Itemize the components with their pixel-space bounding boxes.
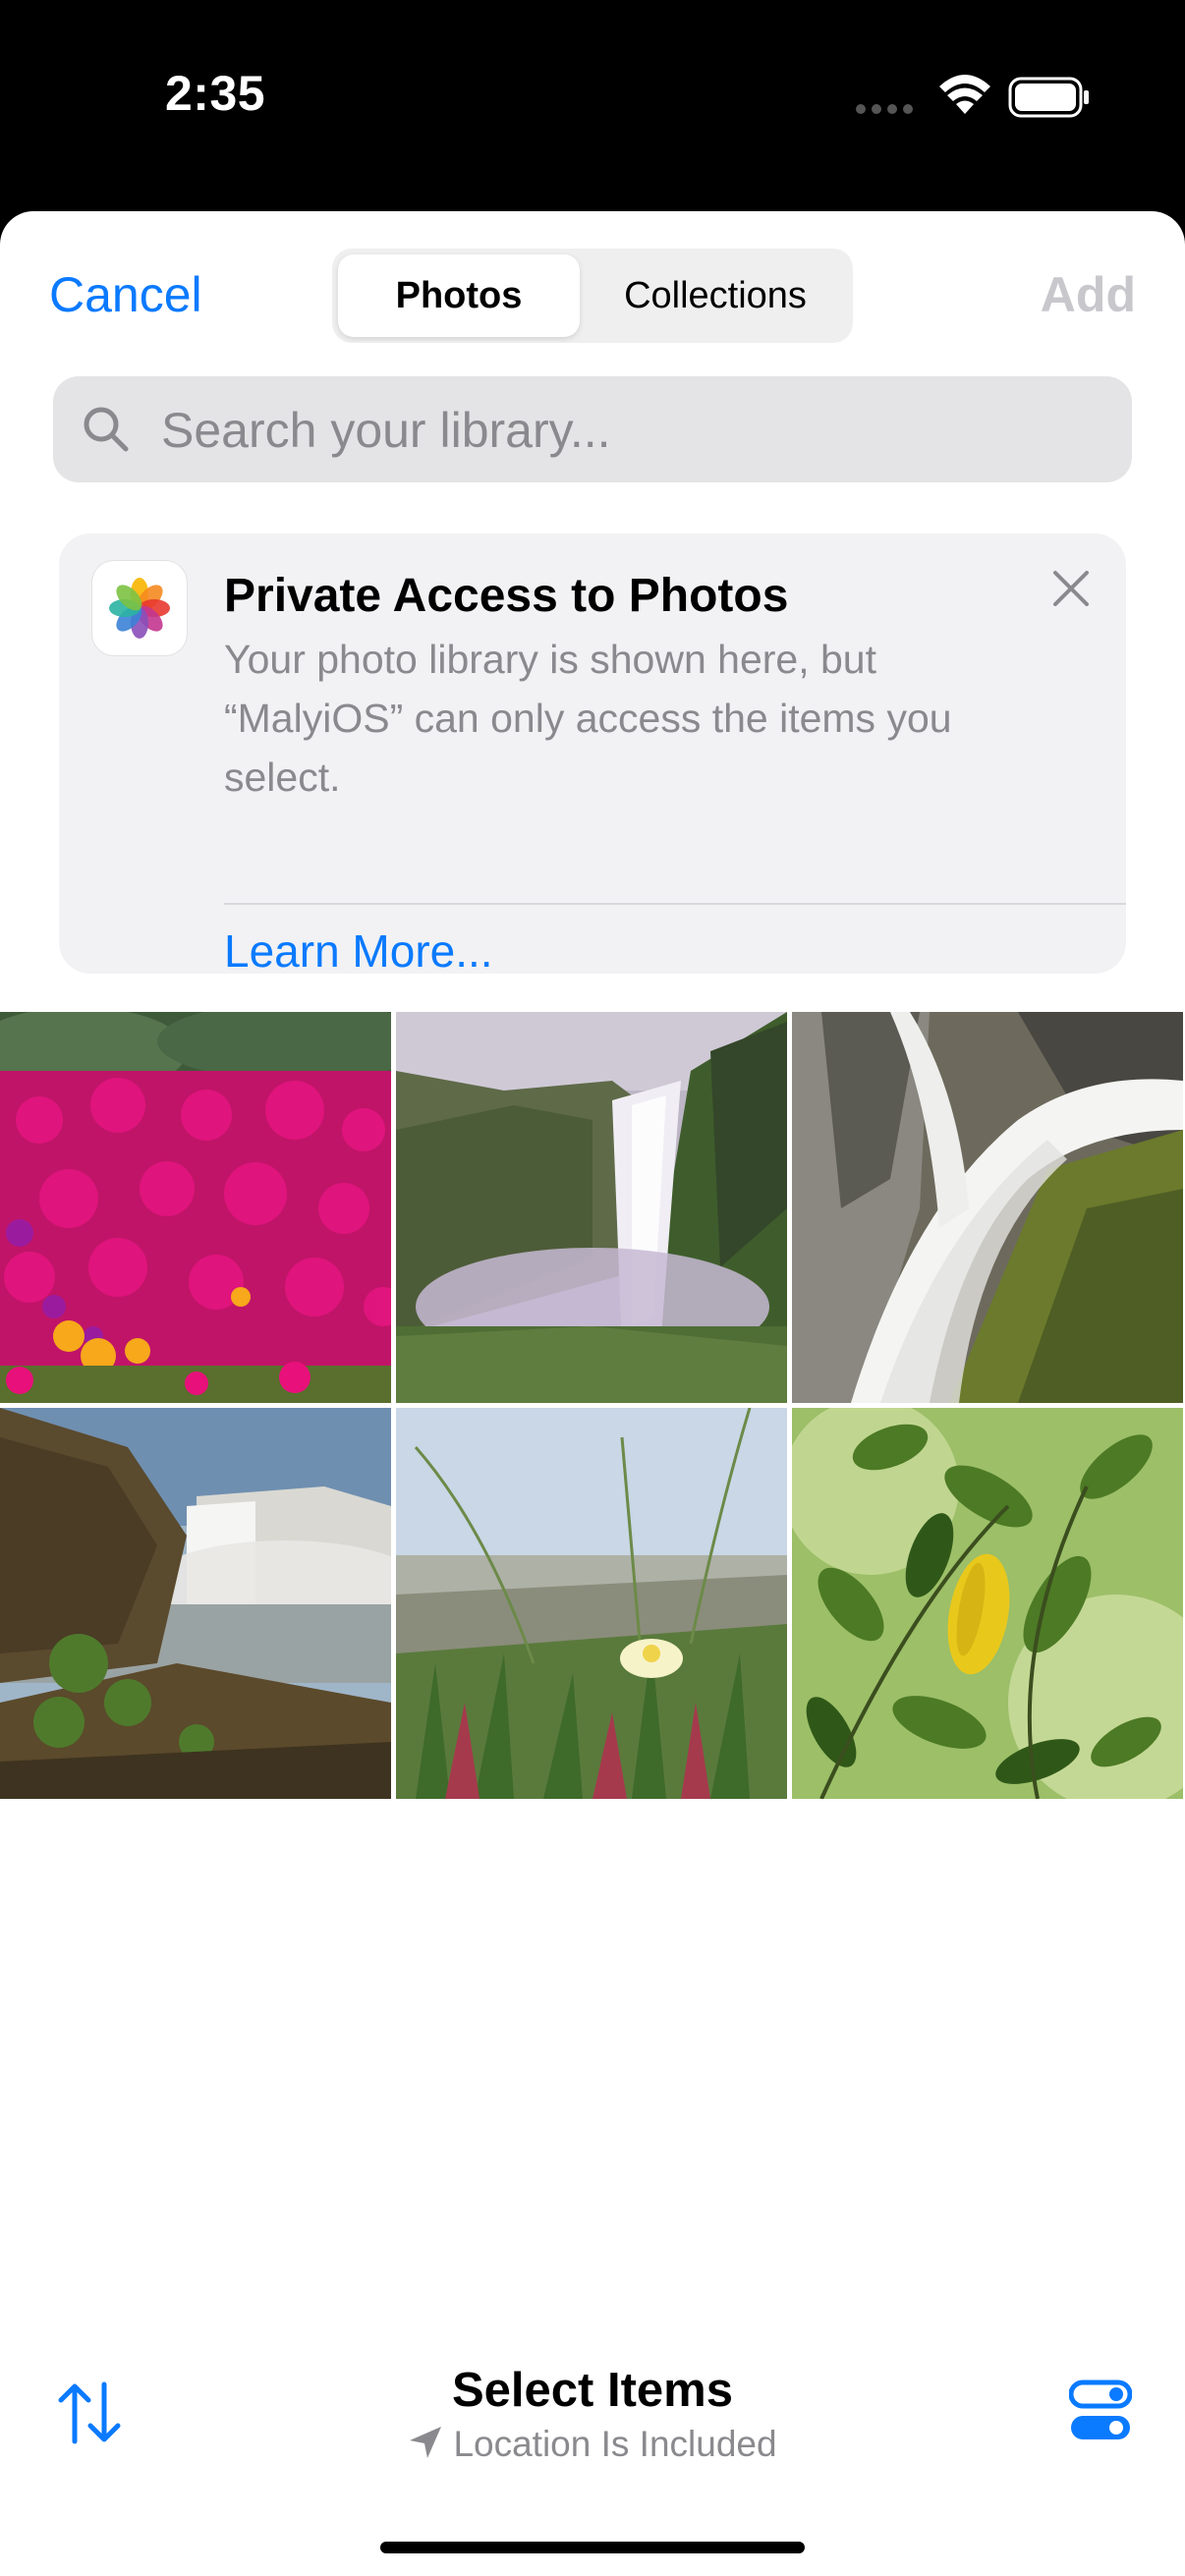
cancel-button[interactable]: Cancel bbox=[49, 266, 202, 323]
photos-app-icon bbox=[92, 561, 187, 655]
privacy-card-title: Private Access to Photos bbox=[224, 570, 789, 622]
search-bar[interactable] bbox=[53, 376, 1132, 482]
status-bar: 2:35 bbox=[0, 0, 1185, 211]
beach-flower-photo[interactable] bbox=[396, 1408, 787, 1799]
tab-photos[interactable]: Photos bbox=[338, 254, 580, 337]
learn-more-link[interactable]: Learn More... bbox=[224, 924, 493, 978]
search-input[interactable] bbox=[159, 394, 1106, 467]
location-arrow-icon bbox=[408, 2425, 443, 2469]
flowers-photo[interactable] bbox=[0, 1012, 391, 1403]
privacy-card-body: Your photo library is shown here, but “M… bbox=[224, 637, 952, 800]
select-items-title: Select Items bbox=[452, 2364, 733, 2417]
privacy-card: Private Access to Photos Your photo libr… bbox=[59, 533, 1126, 977]
green-leaves-photo[interactable] bbox=[792, 1408, 1183, 1799]
bottom-toolbar: Select Items Location Is Included bbox=[0, 2343, 1185, 2540]
segmented-control: Photos Collections bbox=[332, 249, 853, 343]
tab-collections[interactable]: Collections bbox=[584, 254, 847, 337]
close-icon[interactable] bbox=[1040, 557, 1102, 620]
location-status[interactable]: Location Is Included bbox=[0, 2424, 1185, 2469]
waterfall-cliff-photo[interactable] bbox=[396, 1012, 787, 1403]
wifi-icon bbox=[939, 75, 990, 114]
add-button[interactable]: Add bbox=[1041, 266, 1136, 323]
battery-icon bbox=[1008, 77, 1089, 118]
divider bbox=[224, 903, 1126, 905]
search-icon bbox=[84, 407, 129, 452]
cellular-signal-icon bbox=[856, 104, 913, 114]
location-status-label: Location Is Included bbox=[453, 2424, 777, 2464]
photo-picker-sheet: Cancel Photos Collections Add Search you… bbox=[0, 211, 1185, 2576]
options-toggle-icon[interactable] bbox=[1069, 2379, 1132, 2443]
waterfall-coast-photo[interactable] bbox=[0, 1408, 391, 1799]
photo-grid bbox=[0, 1012, 1185, 1799]
home-indicator bbox=[380, 2542, 805, 2553]
waterfall-rocks-photo[interactable] bbox=[792, 1012, 1183, 1403]
status-icons bbox=[856, 75, 1089, 118]
status-time: 2:35 bbox=[165, 66, 266, 121]
